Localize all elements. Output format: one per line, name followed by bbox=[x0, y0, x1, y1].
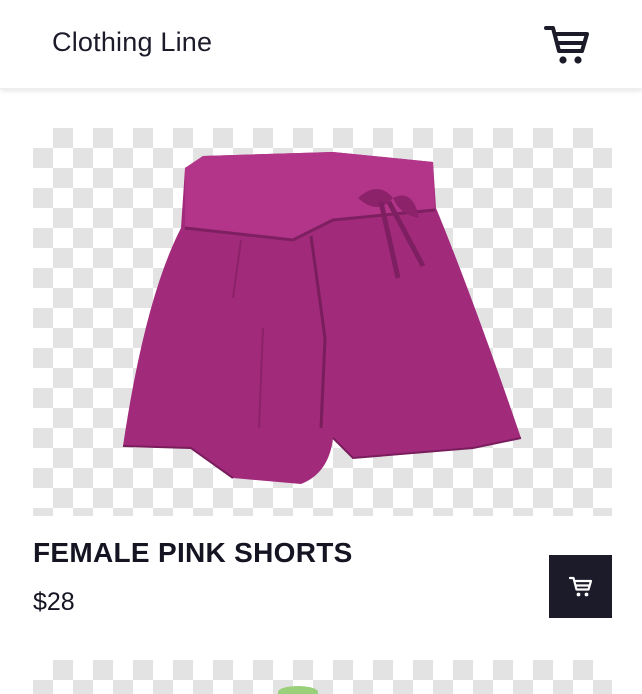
product-image[interactable] bbox=[33, 128, 612, 516]
site-header: Clothing Line bbox=[0, 0, 642, 89]
pink-shorts-image bbox=[122, 152, 522, 484]
brand-name[interactable]: Clothing Line bbox=[52, 27, 212, 58]
shopping-cart-icon bbox=[568, 576, 592, 596]
shopping-cart-icon bbox=[544, 26, 589, 64]
add-to-cart-button[interactable] bbox=[549, 555, 612, 618]
next-product-image[interactable] bbox=[33, 660, 612, 694]
cart-button[interactable] bbox=[544, 24, 590, 66]
product-name: FEMALE PINK SHORTS bbox=[33, 537, 353, 568]
product-price: $28 bbox=[33, 588, 75, 616]
next-product-partial bbox=[278, 686, 318, 694]
